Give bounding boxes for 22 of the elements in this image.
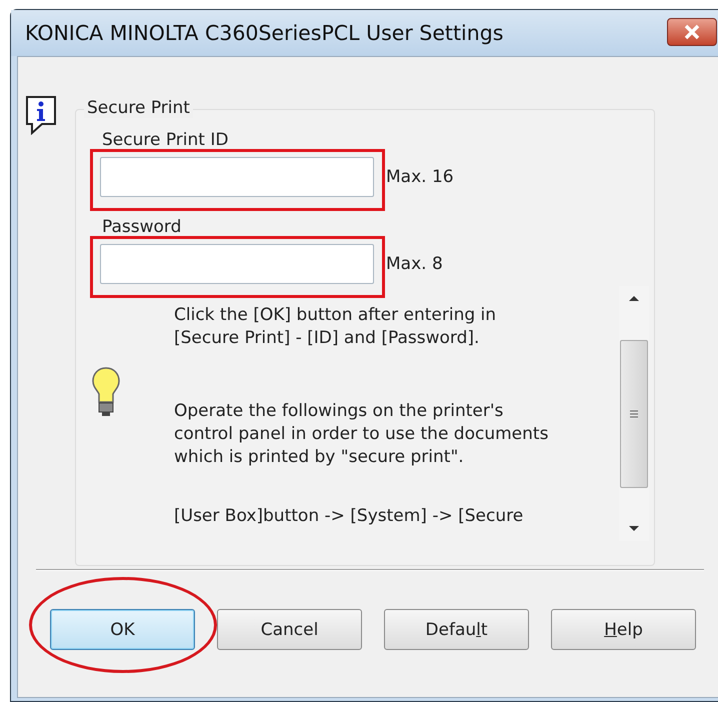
limit-hint: Max. 8 <box>386 254 443 274</box>
close-icon <box>683 24 701 40</box>
close-button[interactable] <box>667 18 717 46</box>
dialog-button[interactable]: Help <box>551 609 696 650</box>
limit-hint: Max. 16 <box>386 167 454 187</box>
field-label: Secure Print ID <box>102 131 228 150</box>
input-field[interactable] <box>100 244 374 284</box>
grip-icon <box>629 408 639 418</box>
scroll-down-icon[interactable] <box>628 525 640 533</box>
dialog-button[interactable]: OK <box>50 609 195 650</box>
help-paragraph: Operate the followings on the printer's control panel in order to use the documents which is printed by "secure print". <box>174 400 550 469</box>
scroll-up-icon[interactable] <box>628 294 640 302</box>
input-field[interactable] <box>100 157 374 197</box>
field-label: Password <box>102 218 182 237</box>
lightbulb-icon <box>91 366 121 418</box>
info-icon <box>24 95 58 135</box>
dialog-button[interactable]: Default <box>384 609 529 650</box>
window-title: KONICA MINOLTA C360SeriesPCL User Settings <box>25 21 504 45</box>
scroll-thumb[interactable] <box>620 340 648 488</box>
dialog-button[interactable]: Cancel <box>217 609 362 650</box>
help-paragraph: [User Box]button -> [System] -> [Secure <box>174 505 524 528</box>
help-paragraph: Click the [OK] button after entering in [Secure Print] - [ID] and [Password]. <box>174 304 498 350</box>
